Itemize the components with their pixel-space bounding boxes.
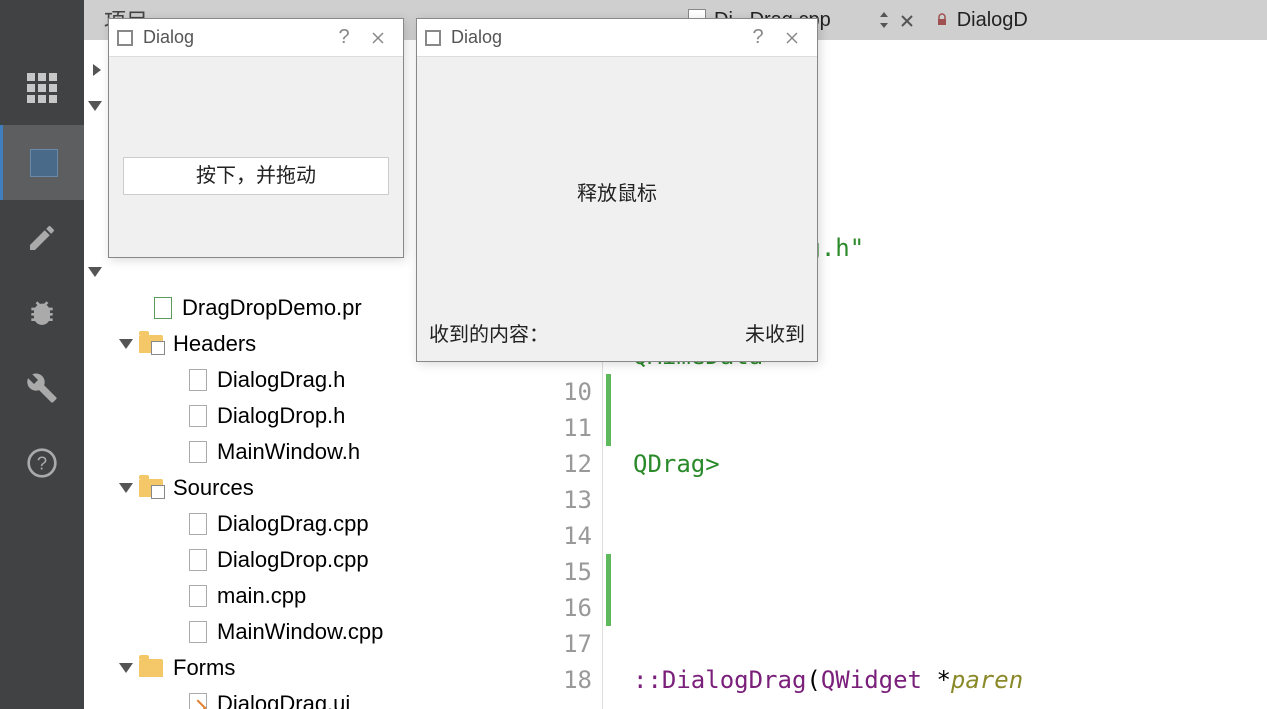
folder-icon [139, 335, 163, 353]
change-marker [606, 554, 611, 626]
drag-handle-button[interactable]: 按下，并拖动 [123, 157, 389, 195]
folder-icon [139, 659, 163, 677]
document-icon [30, 149, 58, 177]
chevron-down-icon [119, 339, 133, 349]
tab-label: DialogD [957, 9, 1028, 32]
dialog-title: Dialog [143, 27, 194, 48]
drop-hint-label: 释放鼠标 [417, 177, 817, 206]
help-mode-button[interactable]: ? [0, 425, 84, 500]
mode-sidebar: ? [0, 0, 84, 709]
drag-source-dialog: Dialog ? 按下，并拖动 [108, 18, 404, 258]
header-file-icon [189, 369, 207, 391]
file-label: MainWindow.h [217, 439, 360, 465]
file-label: DialogDrop.h [217, 403, 345, 429]
chevron-down-icon [119, 483, 133, 493]
sources-folder[interactable]: Sources [84, 470, 528, 506]
file-label: MainWindow.cpp [217, 619, 383, 645]
window-icon [117, 30, 133, 46]
received-value: 未收到 [745, 318, 805, 347]
file-label: DragDropDemo.pr [182, 295, 362, 321]
window-icon [425, 30, 441, 46]
grid-icon [27, 73, 57, 103]
dialog-titlebar[interactable]: Dialog ? [417, 19, 817, 57]
help-icon: ? [26, 447, 58, 479]
folder-icon [139, 479, 163, 497]
welcome-mode-button[interactable] [0, 50, 84, 125]
folder-label: Sources [173, 475, 254, 501]
bug-icon [26, 297, 58, 329]
svg-text:?: ? [37, 452, 47, 473]
dialog-titlebar[interactable]: Dialog ? [109, 19, 403, 57]
projects-mode-button[interactable] [0, 350, 84, 425]
design-mode-button[interactable] [0, 200, 84, 275]
ui-file-icon [189, 693, 207, 709]
wrench-icon [26, 372, 58, 404]
chevron-down-icon [88, 101, 102, 111]
pencil-icon [26, 222, 58, 254]
forms-folder[interactable]: Forms [84, 650, 528, 686]
close-button[interactable] [775, 23, 809, 53]
tree-file[interactable]: DialogDrag.cpp [84, 506, 528, 542]
chevron-right-icon [88, 61, 106, 79]
tree-file[interactable]: DialogDrop.cpp [84, 542, 528, 578]
edit-mode-button[interactable] [0, 125, 84, 200]
file-label: DialogDrag.h [217, 367, 345, 393]
cpp-file-icon [189, 549, 207, 571]
header-file-icon [189, 441, 207, 463]
chevron-down-icon [88, 267, 102, 277]
close-icon[interactable] [899, 12, 915, 28]
header-file-icon [189, 405, 207, 427]
help-button[interactable]: ? [741, 23, 775, 53]
file-label: DialogDrag.cpp [217, 511, 369, 537]
tree-file[interactable]: DialogDrop.h [84, 398, 528, 434]
chevron-down-icon [119, 663, 133, 673]
file-label: DialogDrop.cpp [217, 547, 369, 573]
tree-file[interactable]: DialogDrag.h [84, 362, 528, 398]
file-label: main.cpp [217, 583, 306, 609]
received-label: 收到的内容： [429, 318, 549, 347]
folder-label: Headers [173, 331, 256, 357]
dialog-title: Dialog [451, 27, 502, 48]
file-label: DialogDrag.ui [217, 691, 350, 709]
cpp-file-icon [189, 585, 207, 607]
debug-mode-button[interactable] [0, 275, 84, 350]
cpp-file-icon [189, 621, 207, 643]
drop-target-dialog: Dialog ? 释放鼠标 收到的内容： 未收到 [416, 18, 818, 362]
tree-file[interactable]: MainWindow.cpp [84, 614, 528, 650]
tree-file[interactable]: main.cpp [84, 578, 528, 614]
lock-icon [935, 13, 949, 27]
folder-label: Forms [173, 655, 235, 681]
tree-file[interactable]: DialogDrag.ui [84, 686, 528, 709]
close-button[interactable] [361, 23, 395, 53]
change-marker [606, 374, 611, 446]
help-button[interactable]: ? [327, 23, 361, 53]
project-file-icon [154, 297, 172, 319]
cpp-file-icon [189, 513, 207, 535]
editor-tab-secondary[interactable]: DialogD [925, 0, 1038, 40]
tree-file[interactable]: MainWindow.h [84, 434, 528, 470]
split-updown-icon[interactable] [877, 11, 891, 29]
